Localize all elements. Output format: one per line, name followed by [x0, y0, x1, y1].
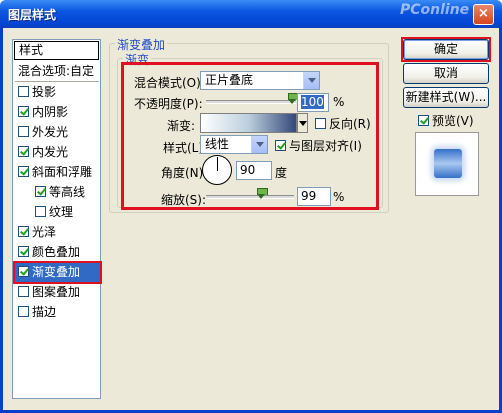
checkbox-checked-icon[interactable] [18, 266, 29, 277]
style-item-label: 内发光 [32, 145, 69, 159]
style-item-gradient-overlay[interactable]: 渐变叠加 [13, 261, 102, 284]
cancel-button[interactable]: 取消 [403, 63, 489, 84]
angle-label: 角度(N): [161, 166, 208, 180]
style-item-label: 内阴影 [32, 105, 69, 119]
chevron-down-icon[interactable] [303, 72, 319, 89]
opacity-slider-track[interactable] [206, 100, 296, 104]
checkbox-checked-icon[interactable] [18, 246, 29, 257]
dialog-body: 样式 混合选项:自定 投影 内阴影 外发光 内发光 斜面和浮雕 等高线 纹理 光… [3, 28, 499, 410]
checkbox-icon[interactable] [18, 286, 29, 297]
scale-slider-track[interactable] [206, 195, 294, 199]
layer-style-dialog: 图层样式 PConline × 样式 混合选项:自定 投影 内阴影 外发光 内发… [0, 0, 502, 413]
style-list: 样式 混合选项:自定 投影 内阴影 外发光 内发光 斜面和浮雕 等高线 纹理 光… [12, 39, 102, 399]
style-item-drop-shadow[interactable]: 投影 [15, 83, 100, 102]
style-item-inner-shadow[interactable]: 内阴影 [15, 103, 100, 122]
scale-unit: % [333, 190, 345, 204]
blend-mode-value: 正片叠底 [205, 73, 254, 87]
style-item-satin[interactable]: 光泽 [15, 223, 100, 242]
blend-mode-select[interactable]: 正片叠底 [200, 71, 320, 90]
checkbox-checked-icon[interactable] [18, 166, 29, 177]
style-item-texture[interactable]: 纹理 [32, 203, 100, 222]
opacity-label: 不透明度(P): [134, 97, 203, 111]
title-bar[interactable]: 图层样式 PConline × [0, 0, 502, 28]
opacity-value: 100 [301, 95, 324, 109]
style-item-pattern-overlay[interactable]: 图案叠加 [15, 283, 100, 302]
checkbox-icon[interactable] [18, 306, 29, 317]
checkbox-icon[interactable] [18, 86, 29, 97]
close-button[interactable]: × [473, 4, 494, 25]
style-item-stroke[interactable]: 描边 [15, 303, 100, 322]
scale-slider-thumb[interactable] [257, 188, 269, 199]
style-item-bevel-emboss[interactable]: 斜面和浮雕 [15, 163, 100, 182]
style-list-header[interactable]: 样式 [14, 41, 99, 60]
style-item-label: 光泽 [32, 225, 57, 239]
style-item-label: 投影 [32, 85, 57, 99]
gradient-picker-dropdown[interactable] [297, 113, 308, 133]
opacity-unit: % [333, 95, 345, 109]
style-item-inner-glow[interactable]: 内发光 [15, 143, 100, 162]
style-value: 线性 [205, 137, 230, 151]
angle-dial-icon[interactable] [202, 155, 232, 185]
angle-value: 90 [240, 163, 256, 177]
style-item-label: 描边 [32, 305, 57, 319]
checkbox-icon[interactable] [315, 118, 326, 129]
opacity-input[interactable]: 100 [297, 93, 329, 112]
style-item-outer-glow[interactable]: 外发光 [15, 123, 100, 142]
scale-value: 99 [301, 189, 317, 203]
checkbox-checked-icon[interactable] [275, 140, 286, 151]
list-divider [15, 81, 99, 82]
blend-options-item[interactable]: 混合选项:自定 [15, 62, 100, 81]
checkbox-checked-icon[interactable] [18, 106, 29, 117]
style-item-label: 斜面和浮雕 [32, 165, 93, 179]
ok-highlight-box [401, 37, 491, 62]
gradient-preview-bar[interactable] [200, 113, 297, 133]
checkbox-checked-icon[interactable] [418, 115, 429, 126]
style-item-label: 纹理 [49, 205, 74, 219]
opacity-slider-thumb[interactable] [288, 93, 299, 104]
style-item-label: 图案叠加 [32, 285, 81, 299]
style-item-label: 颜色叠加 [32, 245, 81, 259]
chevron-down-icon[interactable] [251, 136, 267, 153]
style-item-contour[interactable]: 等高线 [32, 183, 100, 202]
window-title: 图层样式 [8, 8, 57, 22]
style-item-label: 外发光 [32, 125, 69, 139]
style-item-color-overlay[interactable]: 颜色叠加 [15, 243, 100, 262]
reverse-label: 反向(R) [329, 117, 371, 131]
scale-label: 缩放(S): [161, 193, 207, 207]
style-select[interactable]: 线性 [200, 135, 268, 154]
checkbox-icon[interactable] [18, 126, 29, 137]
preview-checkbox[interactable]: 预览(V) [418, 112, 474, 129]
style-preview-thumbnail [415, 132, 479, 196]
checkbox-checked-icon[interactable] [18, 146, 29, 157]
reverse-checkbox[interactable]: 反向(R) [315, 115, 371, 132]
align-label: 与图层对齐(I) [289, 139, 362, 153]
style-item-label: 等高线 [49, 185, 86, 199]
checkbox-icon[interactable] [35, 206, 46, 217]
blend-mode-label: 混合模式(O): [134, 76, 205, 90]
angle-input[interactable]: 90 [236, 161, 272, 180]
style-item-label: 渐变叠加 [32, 265, 81, 279]
checkbox-checked-icon[interactable] [18, 226, 29, 237]
preview-swatch [434, 149, 462, 178]
scale-input[interactable]: 99 [297, 187, 331, 206]
angle-unit: 度 [275, 166, 288, 180]
gradient-label: 渐变: [167, 119, 196, 133]
preview-label: 预览(V) [432, 114, 474, 128]
new-style-button[interactable]: 新建样式(W)... [403, 87, 489, 108]
checkbox-checked-icon[interactable] [35, 186, 46, 197]
watermark: PConline [400, 2, 470, 18]
align-with-layer-checkbox[interactable]: 与图层对齐(I) [275, 137, 362, 154]
